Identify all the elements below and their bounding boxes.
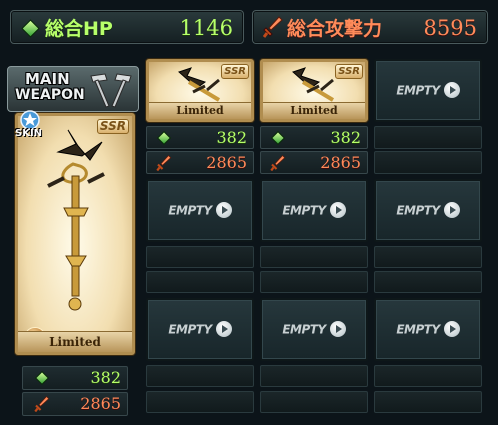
hp-gem-icon xyxy=(34,370,50,386)
empty-slot-6[interactable]: EMPTY xyxy=(374,179,482,242)
empty-stat-row xyxy=(374,271,482,293)
weapon-tag: Limited xyxy=(149,102,251,119)
empty-stat-row xyxy=(146,365,254,387)
weapon-slot-1-attack: 2865 xyxy=(146,151,254,174)
empty-slot-5[interactable]: EMPTY xyxy=(260,179,368,242)
star-skin-icon xyxy=(20,110,40,130)
empty-slot-label: EMPTY xyxy=(148,201,252,219)
weapon-attack: 2865 xyxy=(320,153,361,172)
main-weapon-card[interactable]: SSR Limited xyxy=(15,113,135,355)
empty-stat-row xyxy=(146,391,254,413)
weapon-hp: 382 xyxy=(330,128,361,147)
play-icon xyxy=(215,320,232,337)
main-weapon-header: MAIN WEAPON xyxy=(3,63,141,115)
empty-stat-row xyxy=(374,151,482,174)
weapon-rarity: SSR xyxy=(335,64,363,79)
empty-slot-8[interactable]: EMPTY xyxy=(260,298,368,361)
empty-slot-4[interactable]: EMPTY xyxy=(146,179,254,242)
play-icon xyxy=(443,320,460,337)
empty-stat-row xyxy=(374,246,482,268)
empty-stat-row xyxy=(260,246,368,268)
main-weapon-hp-row: 382 xyxy=(22,366,128,390)
weapon-hp: 382 xyxy=(216,128,247,147)
weapon-rarity: SSR xyxy=(221,64,249,79)
empty-slot-label: EMPTY xyxy=(262,201,366,219)
main-weapon-rarity: SSR xyxy=(96,119,129,134)
weapon-slot-2[interactable]: SSR Limited xyxy=(260,59,368,122)
empty-slot-label: EMPTY xyxy=(262,320,366,338)
total-attack-bar: 総合攻撃力 8595 xyxy=(252,10,488,44)
play-icon xyxy=(215,201,232,218)
play-icon xyxy=(329,201,346,218)
hammer-icon xyxy=(90,73,132,108)
main-weapon-title-1: MAIN xyxy=(25,70,70,88)
total-attack-value: 8595 xyxy=(423,16,477,40)
empty-slot-9[interactable]: EMPTY xyxy=(374,298,482,361)
empty-stat-row xyxy=(374,365,482,387)
main-weapon-title-2: WEAPON xyxy=(15,87,85,103)
weapon-slot-1[interactable]: SSR Limited xyxy=(146,59,254,122)
empty-slot-label: EMPTY xyxy=(376,81,480,99)
main-weapon-tag: Limited xyxy=(18,331,132,352)
total-hp-label: 総合HP xyxy=(45,18,113,40)
weapon-attack: 2865 xyxy=(206,153,247,172)
empty-slot-label: EMPTY xyxy=(376,201,480,219)
empty-slot-7[interactable]: EMPTY xyxy=(146,298,254,361)
skin-label: SKIN xyxy=(15,128,43,139)
empty-slot-label: EMPTY xyxy=(148,320,252,338)
empty-stat-row xyxy=(146,271,254,293)
weapon-tag: Limited xyxy=(263,102,365,119)
hp-gem-icon xyxy=(21,19,40,38)
hp-gem-icon xyxy=(156,130,172,146)
main-weapon-attack-row: 2865 xyxy=(22,392,128,416)
weapon-slot-2-attack: 2865 xyxy=(260,151,368,174)
main-weapon-art xyxy=(47,129,105,311)
empty-stat-row xyxy=(146,246,254,268)
play-icon xyxy=(443,201,460,218)
empty-stat-row xyxy=(260,271,368,293)
empty-stat-row xyxy=(374,391,482,413)
total-hp-bar: 総合HP 1146 xyxy=(10,10,244,44)
total-hp-value: 1146 xyxy=(179,16,233,40)
empty-stat-row xyxy=(260,365,368,387)
attack-sword-icon xyxy=(263,16,283,38)
total-attack-label: 総合攻撃力 xyxy=(287,18,383,40)
play-icon xyxy=(443,81,460,98)
empty-slot-label: EMPTY xyxy=(376,320,480,338)
attack-sword-icon xyxy=(34,395,50,413)
weapon-slot-1-hp: 382 xyxy=(146,126,254,149)
hp-gem-icon xyxy=(270,130,286,146)
weapon-slot-2-hp: 382 xyxy=(260,126,368,149)
skin-badge[interactable]: SKIN xyxy=(15,110,43,140)
play-icon xyxy=(329,320,346,337)
main-weapon-hp: 382 xyxy=(90,368,121,387)
empty-slot-3[interactable]: EMPTY xyxy=(374,59,482,122)
empty-stat-row xyxy=(374,126,482,149)
main-weapon-attack: 2865 xyxy=(80,394,121,413)
attack-sword-icon xyxy=(156,154,172,172)
attack-sword-icon xyxy=(270,154,286,172)
empty-stat-row xyxy=(260,391,368,413)
